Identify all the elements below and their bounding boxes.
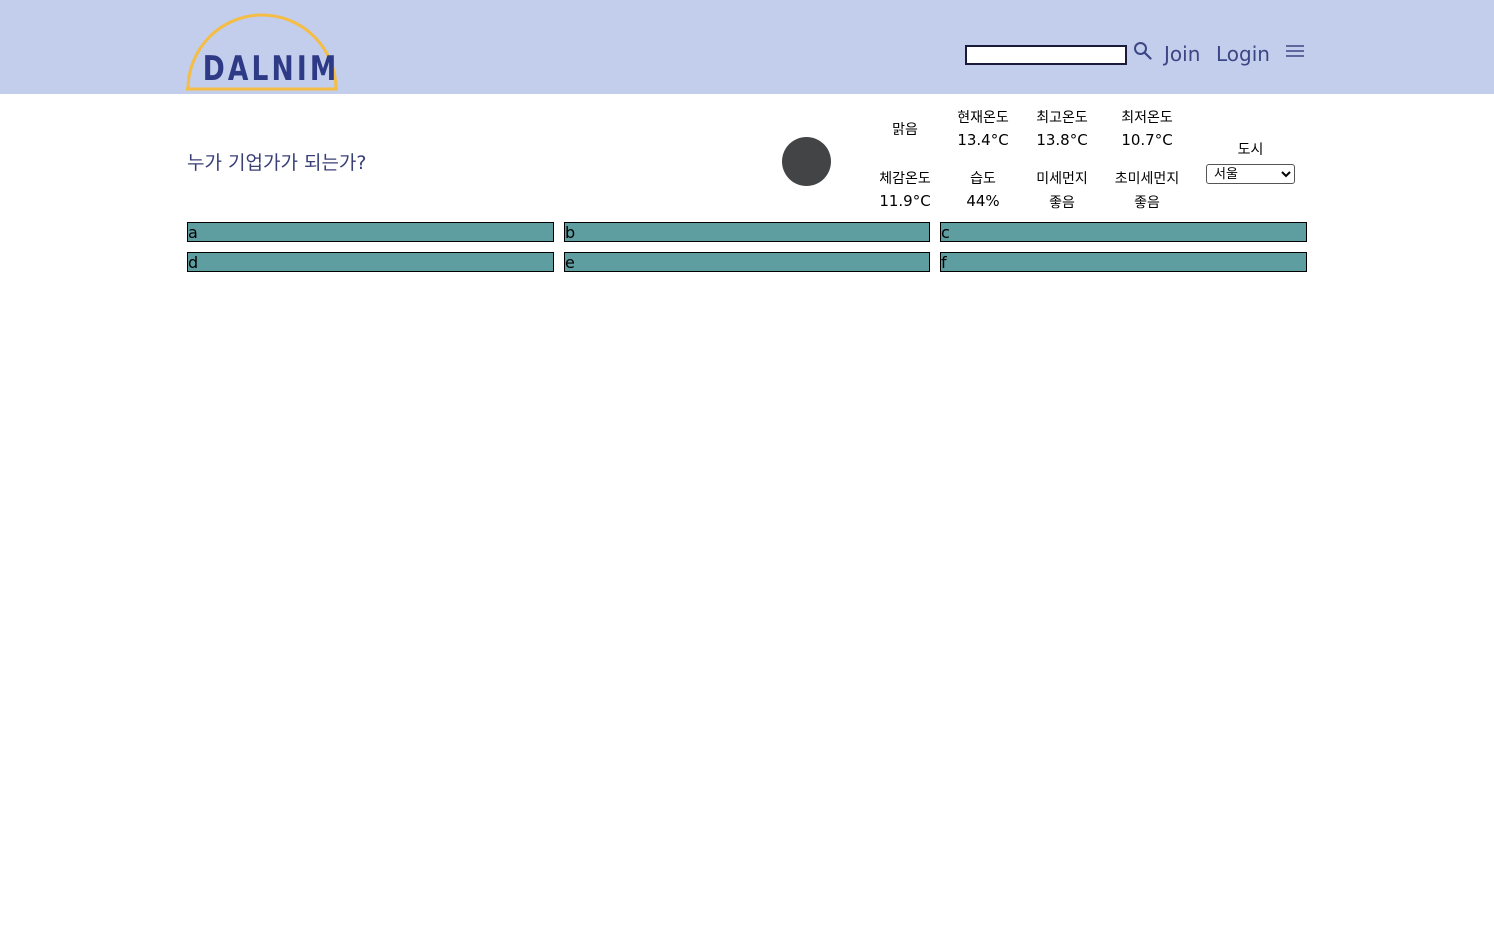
dalnim-logo[interactable]: DALNIM [186, 9, 338, 91]
ultra-fine-dust-value: 좋음 [1134, 195, 1160, 211]
max-temp-label: 최고온도 [1036, 110, 1088, 126]
page-title: 누가 기업가가 되는가? [187, 152, 367, 174]
weather-icon [782, 137, 831, 186]
grid-box-d[interactable]: d [187, 252, 554, 272]
humidity-label: 습도 [970, 171, 996, 187]
city-select[interactable]: 서울 [1206, 164, 1295, 184]
grid-box-f[interactable]: f [940, 252, 1307, 272]
current-temp-label: 현재온도 [957, 110, 1009, 126]
logo-text: DALNIM [202, 49, 340, 89]
feels-like-label: 체감온도 [879, 171, 931, 187]
login-link[interactable]: Login [1216, 42, 1270, 66]
grid-box-e[interactable]: e [564, 252, 930, 272]
max-temp-value: 13.8°C [1036, 131, 1088, 149]
menu-button[interactable] [1284, 43, 1306, 61]
min-temp-value: 10.7°C [1121, 131, 1173, 149]
feels-like-value: 11.9°C [879, 192, 931, 210]
current-temp-value: 13.4°C [957, 131, 1009, 149]
ultra-fine-dust-label: 초미세먼지 [1114, 171, 1180, 187]
min-temp-label: 최저온도 [1121, 110, 1173, 126]
weather-condition: 맑음 [892, 122, 918, 138]
header-bar: DALNIM Join Login [0, 0, 1494, 94]
join-link[interactable]: Join [1164, 42, 1200, 66]
grid-box-b[interactable]: b [564, 222, 930, 242]
search-icon [1134, 42, 1152, 60]
humidity-value: 44% [966, 192, 1000, 210]
fine-dust-label: 미세먼지 [1036, 171, 1088, 187]
search-input[interactable] [965, 45, 1127, 65]
grid-box-a[interactable]: a [187, 222, 554, 242]
city-label: 도시 [1237, 142, 1264, 158]
search-button[interactable] [1133, 41, 1153, 61]
hamburger-menu-icon [1286, 45, 1304, 57]
fine-dust-value: 좋음 [1049, 195, 1075, 211]
grid-box-c[interactable]: c [940, 222, 1307, 242]
